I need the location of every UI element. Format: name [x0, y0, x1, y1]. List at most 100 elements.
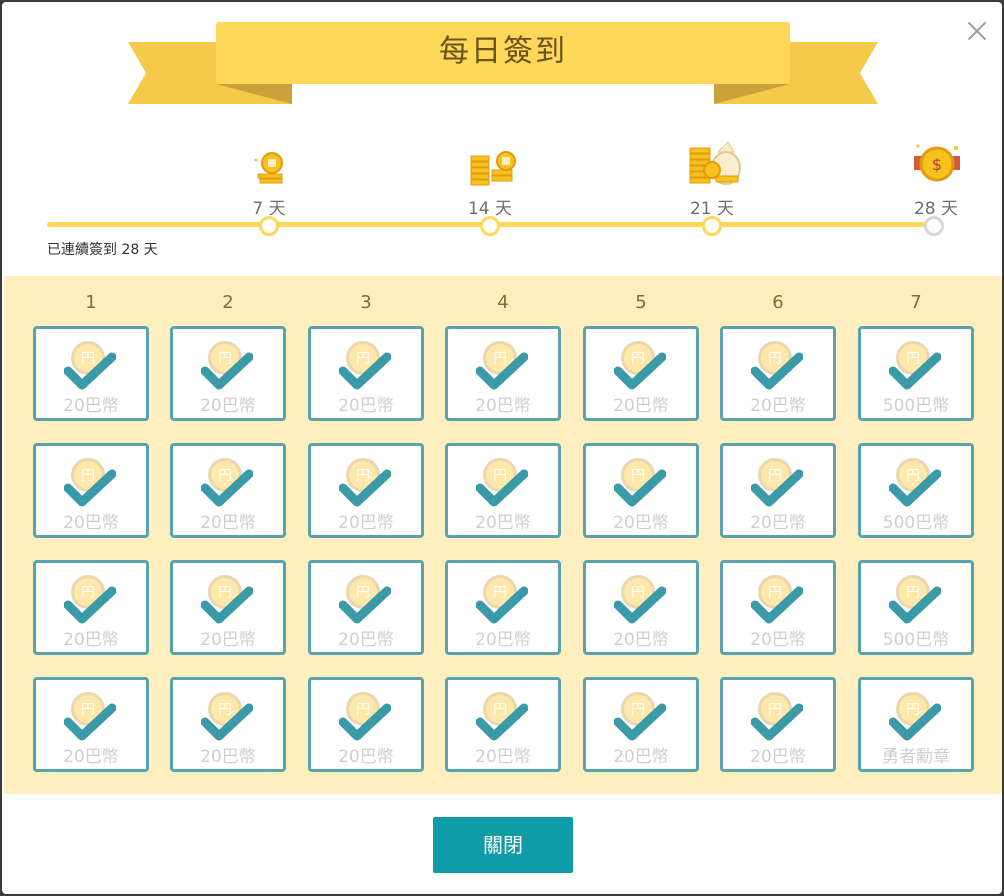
reward-cell: 20巴幣: [445, 326, 561, 421]
reward-cell: 20巴幣: [308, 326, 424, 421]
column-header: 2: [222, 292, 234, 313]
checkmark-icon: [889, 703, 941, 741]
checkmark-icon: [339, 586, 391, 624]
checkmark-icon: [64, 586, 116, 624]
close-button[interactable]: 關閉: [433, 817, 573, 873]
daily-checkin-modal: 每日簽到 7 天 14 天 21 天 $ 28 天 已連續簽到 28 天 1 2…: [2, 2, 1002, 894]
checkmark-icon: [751, 469, 803, 507]
milestone-dot-7: [259, 216, 279, 236]
reward-label: 20巴幣: [613, 630, 669, 650]
reward-cell: 20巴幣: [583, 560, 699, 655]
reward-cell: 20巴幣: [308, 677, 424, 772]
svg-text:$: $: [932, 155, 942, 174]
reward-label: 500巴幣: [882, 630, 950, 650]
reward-cell: 20巴幣: [445, 560, 561, 655]
checkmark-icon: [751, 703, 803, 741]
column-header: 4: [497, 292, 509, 313]
checkmark-icon: [201, 703, 253, 741]
reward-label: 20巴幣: [63, 630, 119, 650]
reward-label: 20巴幣: [613, 396, 669, 416]
reward-cell: 20巴幣: [445, 443, 561, 538]
checkmark-icon: [476, 703, 528, 741]
checkmark-icon: [339, 469, 391, 507]
milestone-dot-21: [702, 216, 722, 236]
reward-label: 20巴幣: [200, 513, 256, 533]
checkmark-icon: [614, 703, 666, 741]
column-header: 7: [910, 292, 922, 313]
checkmark-icon: [751, 352, 803, 390]
reward-cell: 20巴幣: [720, 677, 836, 772]
coin-stacks-icon: [470, 151, 516, 186]
reward-label: 20巴幣: [613, 513, 669, 533]
reward-cell: 20巴幣: [583, 677, 699, 772]
column-header: 5: [635, 292, 647, 313]
reward-cell: 20巴幣: [308, 560, 424, 655]
checkmark-icon: [476, 586, 528, 624]
streak-text: 已連續簽到 28 天: [47, 242, 158, 258]
column-header: 3: [360, 292, 372, 313]
checkmark-icon: [201, 352, 253, 390]
checkin-grid: 1 2 3 4 5 6 7 20巴幣 20巴幣 20巴幣 20巴幣 20巴幣 20巴幣 50…: [4, 276, 1002, 794]
reward-cell: 20巴幣: [720, 326, 836, 421]
reward-label: 20巴幣: [475, 513, 531, 533]
reward-label: 500巴幣: [882, 513, 950, 533]
medal-icon: $: [914, 144, 960, 182]
checkmark-icon: [201, 586, 253, 624]
checkmark-icon: [889, 469, 941, 507]
reward-label: 20巴幣: [63, 513, 119, 533]
reward-cell: 20巴幣: [33, 560, 149, 655]
reward-cell: 20巴幣: [445, 677, 561, 772]
checkmark-icon: [614, 352, 666, 390]
reward-label: 20巴幣: [750, 396, 806, 416]
column-header: 1: [85, 292, 97, 313]
reward-cell: 20巴幣: [308, 443, 424, 538]
reward-label: 20巴幣: [750, 747, 806, 767]
column-header: 6: [772, 292, 784, 313]
reward-cell: 20巴幣: [583, 443, 699, 538]
reward-cell: 20巴幣: [170, 677, 286, 772]
page-title: 每日簽到: [439, 34, 567, 69]
checkmark-icon: [201, 469, 253, 507]
reward-label: 20巴幣: [338, 513, 394, 533]
reward-cell: 20巴幣: [720, 560, 836, 655]
reward-label: 20巴幣: [338, 630, 394, 650]
reward-label: 20巴幣: [338, 396, 394, 416]
checkmark-icon: [889, 352, 941, 390]
reward-label: 20巴幣: [338, 747, 394, 767]
reward-cell: 500巴幣: [858, 443, 974, 538]
reward-label: 勇者勳章: [882, 747, 950, 767]
reward-cell: 500巴幣: [858, 560, 974, 655]
reward-label: 20巴幣: [475, 396, 531, 416]
reward-label: 20巴幣: [63, 396, 119, 416]
checkmark-icon: [614, 469, 666, 507]
reward-cell: 500巴幣: [858, 326, 974, 421]
checkmark-icon: [476, 469, 528, 507]
money-bag-icon: [689, 141, 741, 185]
reward-cell: 20巴幣: [170, 326, 286, 421]
reward-cell: 20巴幣: [33, 443, 149, 538]
reward-label: 20巴幣: [750, 513, 806, 533]
milestone-dot-14: [480, 216, 500, 236]
reward-label: 20巴幣: [613, 747, 669, 767]
reward-cell: 20巴幣: [170, 443, 286, 538]
reward-cell: 20巴幣: [170, 560, 286, 655]
reward-cell: 20巴幣: [720, 443, 836, 538]
checkmark-icon: [476, 352, 528, 390]
reward-label: 20巴幣: [475, 747, 531, 767]
reward-cell: 20巴幣: [33, 326, 149, 421]
coin-stack-small-icon: [254, 152, 283, 184]
reward-cell: 20巴幣: [583, 326, 699, 421]
reward-label: 20巴幣: [200, 630, 256, 650]
reward-label: 500巴幣: [882, 396, 950, 416]
checkmark-icon: [751, 586, 803, 624]
checkmark-icon: [339, 703, 391, 741]
milestone-dot-28: [924, 216, 944, 236]
checkmark-icon: [889, 586, 941, 624]
reward-label: 20巴幣: [750, 630, 806, 650]
reward-label: 20巴幣: [200, 396, 256, 416]
reward-cell: 勇者勳章: [858, 677, 974, 772]
checkmark-icon: [339, 352, 391, 390]
reward-label: 20巴幣: [475, 630, 531, 650]
reward-cell: 20巴幣: [33, 677, 149, 772]
checkmark-icon: [64, 469, 116, 507]
